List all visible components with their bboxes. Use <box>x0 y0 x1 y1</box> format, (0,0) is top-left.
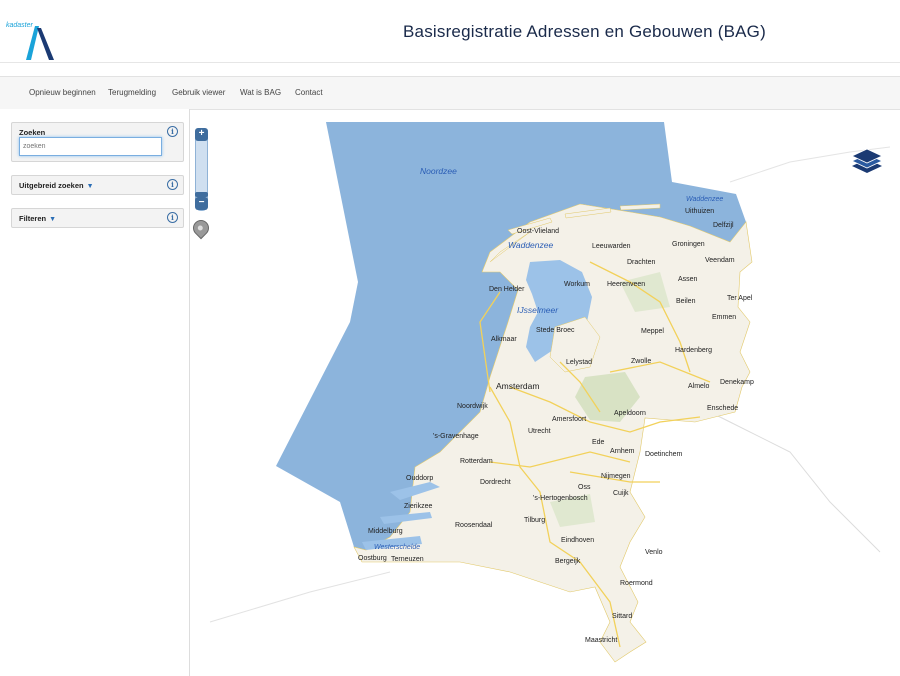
city-label: Denekamp <box>720 379 754 386</box>
city-label: Workum <box>564 281 590 288</box>
city-label: Meppel <box>641 328 664 335</box>
city-label: Utrecht <box>528 428 551 435</box>
label-ijsselmeer: IJsselmeer <box>517 305 559 315</box>
filter-panel[interactable]: Filteren ▼ i <box>11 208 184 228</box>
city-label: Leeuwarden <box>592 243 631 250</box>
city-label: Heerenveen <box>607 281 646 288</box>
city-label: Delfzijl <box>713 222 734 229</box>
zoom-in-button[interactable]: + <box>195 128 208 141</box>
search-input[interactable] <box>19 137 162 156</box>
city-label: Nijmegen <box>601 473 631 480</box>
city-label: Ter Apel <box>727 295 753 302</box>
main-nav: Opnieuw beginnen Terugmelding Gebruik vi… <box>0 76 900 110</box>
nav-gebruik-viewer[interactable]: Gebruik viewer <box>172 88 225 97</box>
city-label: Enschede <box>707 405 739 412</box>
advanced-info-icon[interactable]: i <box>167 179 178 190</box>
filter-info-icon[interactable]: i <box>167 212 178 223</box>
chevron-down-icon: ▼ <box>86 183 94 190</box>
city-label: Stede Broec <box>536 327 575 334</box>
city-label: Bergeijk <box>555 558 581 565</box>
filter-label: Filteren <box>19 214 47 223</box>
city-label: Rotterdam <box>460 458 493 465</box>
city-label: Zwolle <box>631 358 652 365</box>
city-label: Lelystad <box>566 359 593 366</box>
label-westerschelde: Westerschelde <box>374 544 421 551</box>
city-label: Sittard <box>612 613 633 620</box>
city-label: Cuijk <box>613 490 629 497</box>
city-label: Den Helder <box>489 286 525 293</box>
kadaster-logo[interactable]: kadaster <box>6 22 62 62</box>
city-label: Terneuzen <box>391 556 424 563</box>
city-label: Oostburg <box>358 555 387 562</box>
city-label: Groningen <box>672 241 705 248</box>
city-label: Roosendaal <box>455 522 493 529</box>
city-label: Veendam <box>705 257 735 264</box>
city-label: Uithuizen <box>685 208 715 215</box>
sidebar: Zoeken i Uitgebreid zoeken▼ i Filteren▼ … <box>0 109 190 676</box>
city-label: 's-Gravenhage <box>433 433 479 440</box>
nav-wat-is-bag[interactable]: Wat is BAG <box>240 88 281 97</box>
city-label: Ede <box>592 439 605 446</box>
city-label: Oss <box>578 484 591 491</box>
header: kadaster Basisregistratie Adressen en Ge… <box>0 0 900 63</box>
search-panel: Zoeken i <box>11 122 184 162</box>
city-label: Zierikzee <box>404 503 433 510</box>
map-canvas[interactable] <box>190 122 890 676</box>
layers-icon[interactable] <box>851 149 883 173</box>
page-title: Basisregistratie Adressen en Gebouwen (B… <box>403 22 766 41</box>
zoom-out-button[interactable]: − <box>195 197 208 210</box>
city-label: Arnhem <box>610 448 635 455</box>
city-label: Dordrecht <box>480 479 511 486</box>
nav-contact[interactable]: Contact <box>295 88 323 97</box>
city-label: Apeldoorn <box>614 410 646 417</box>
search-panel-title: Zoeken <box>19 128 46 137</box>
label-waddenzee-east: Waddenzee <box>686 196 724 203</box>
filter-toggle[interactable]: Filteren ▼ <box>19 214 56 223</box>
city-label: Drachten <box>627 259 656 266</box>
zoom-slider[interactable]: + − <box>195 128 208 211</box>
city-label: Venlo <box>645 549 663 556</box>
map-viewer[interactable]: + − Noordzee Waddenzee Waddenzee IJsselm… <box>190 122 890 676</box>
city-label: Noordwijk <box>457 403 488 410</box>
city-label: Ouddorp <box>406 475 434 482</box>
city-label: Doetinchem <box>645 451 683 458</box>
logo-text: kadaster <box>6 22 33 29</box>
city-label: Eindhoven <box>561 537 595 544</box>
search-info-icon[interactable]: i <box>167 126 178 137</box>
city-label: Roermond <box>620 580 653 587</box>
city-label: Hardenberg <box>675 347 712 354</box>
city-label: Oost-Vlieland <box>517 228 560 235</box>
city-label: Amsterdam <box>496 381 540 391</box>
city-label: Almelo <box>688 383 710 390</box>
city-label: Assen <box>678 276 698 283</box>
city-label: Maastricht <box>585 637 618 644</box>
city-label: Emmen <box>712 314 737 321</box>
nav-restart[interactable]: Opnieuw beginnen <box>29 88 96 97</box>
chevron-down-icon: ▼ <box>49 216 57 223</box>
advanced-search-label: Uitgebreid zoeken <box>19 181 84 190</box>
label-waddenzee: Waddenzee <box>508 240 554 250</box>
advanced-search-toggle[interactable]: Uitgebreid zoeken ▼ <box>19 181 94 190</box>
city-label: Amersfoort <box>552 416 587 423</box>
label-noordzee: Noordzee <box>420 166 457 176</box>
city-label: Alkmaar <box>491 336 517 343</box>
advanced-search-panel[interactable]: Uitgebreid zoeken ▼ i <box>11 175 184 195</box>
city-label: 's-Hertogenbosch <box>533 495 588 502</box>
city-label: Middelburg <box>368 528 403 535</box>
city-label: Tilburg <box>524 517 546 524</box>
nav-terugmelding[interactable]: Terugmelding <box>108 88 156 97</box>
city-label: Beilen <box>676 298 696 305</box>
